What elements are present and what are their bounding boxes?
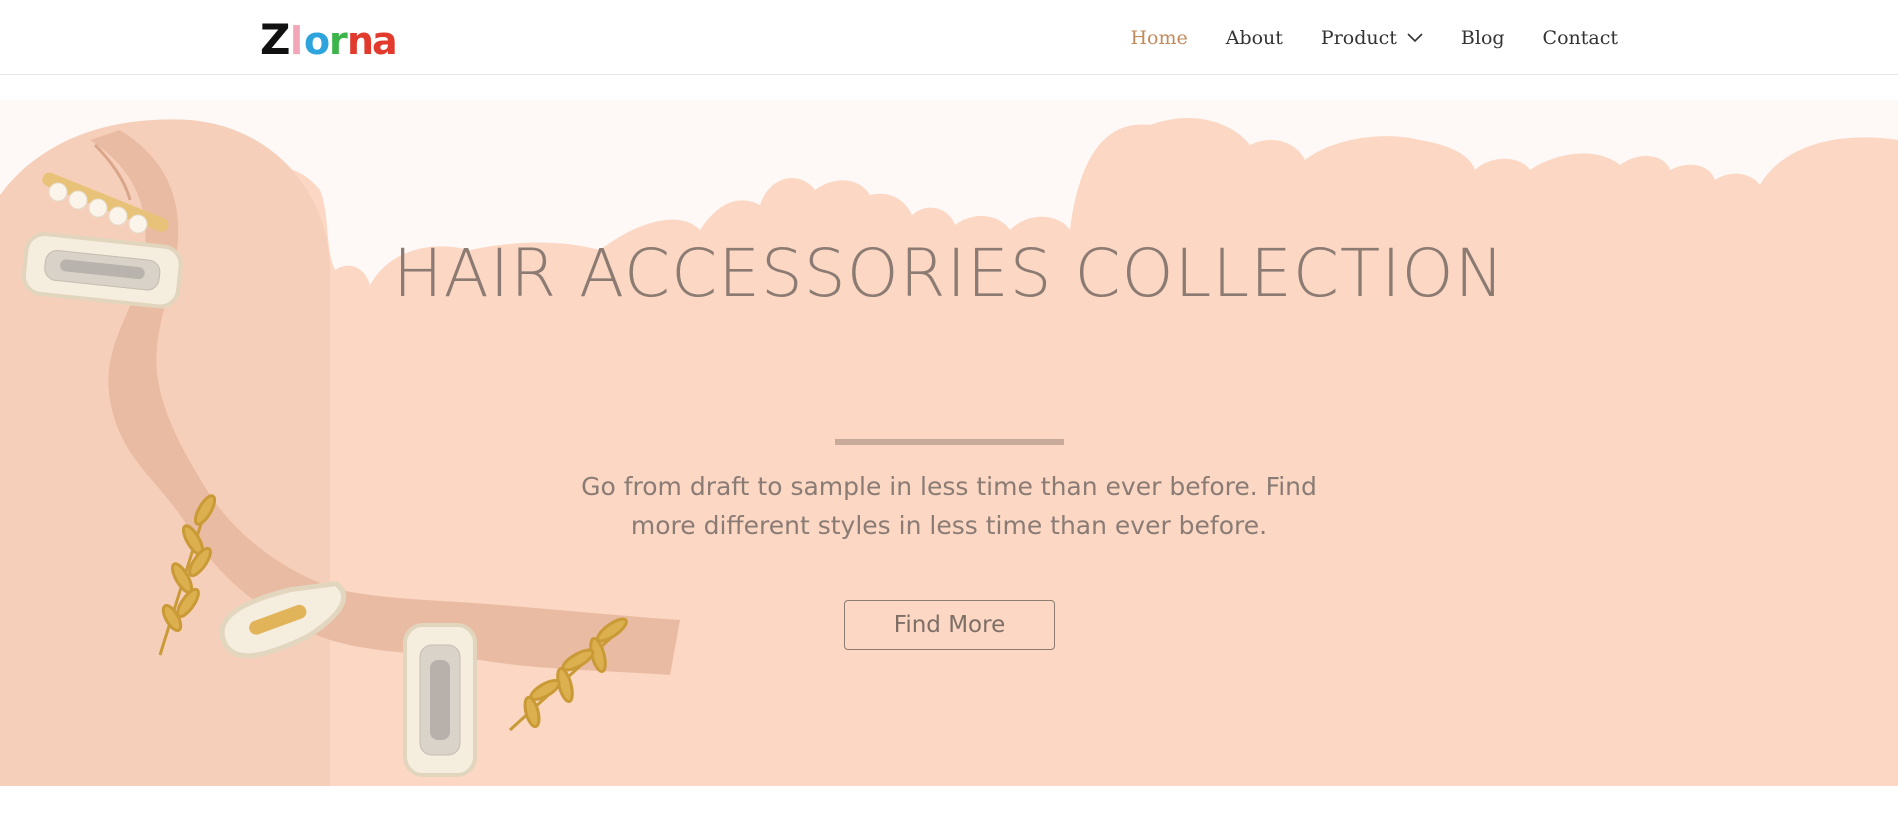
nav-product[interactable]: Product [1321,27,1423,49]
hero-title: HAIR ACCESSORIES COLLECTION [392,235,1506,312]
logo-wordmark: Z l o r n a [260,15,398,60]
logo-letter-l: l [290,19,303,60]
nav-home[interactable]: Home [1130,27,1187,49]
logo-letter-z: Z [260,15,290,60]
hero-description: Go from draft to sample in less time tha… [581,472,1317,540]
logo-letter-a: a [372,19,398,60]
site-header: Z l o r n a Home About Product Blog Cont… [0,0,1898,75]
nav-blog-label: Blog [1460,26,1505,49]
find-more-button[interactable]: Find More [844,600,1055,650]
logo-letter-n: n [347,19,374,60]
nav-contact-label: Contact [1542,26,1618,49]
nav-about[interactable]: About [1226,27,1283,49]
logo-letter-r: r [329,19,348,60]
nav-blog[interactable]: Blog [1461,27,1505,49]
chevron-down-icon [1407,32,1423,42]
hero-divider [835,439,1064,445]
logo-letter-o: o [304,19,330,60]
nav-product-label: Product [1320,26,1397,49]
nav-home-label: Home [1130,26,1188,49]
nav-about-label: About [1225,26,1283,49]
hero-section: HAIR ACCESSORIES COLLECTION Go from draf… [0,100,1898,786]
nav-contact[interactable]: Contact [1543,27,1618,49]
brand-logo[interactable]: Z l o r n a [260,14,400,60]
main-nav: Home About Product Blog Contact [1130,0,1618,75]
